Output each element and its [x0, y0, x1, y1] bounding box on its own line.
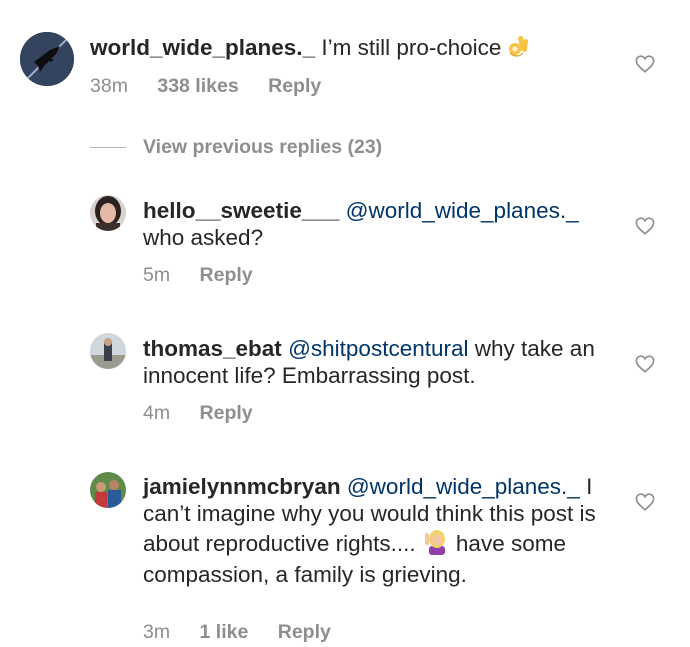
comment-meta: 3m 1 like Reply — [143, 621, 355, 644]
username[interactable]: jamielynnmcbryan — [143, 474, 341, 499]
mention-link[interactable]: @shitpostcentural — [288, 336, 468, 361]
heart-icon[interactable] — [635, 493, 655, 511]
avatar[interactable] — [90, 333, 126, 369]
heart-icon[interactable] — [635, 355, 655, 373]
timestamp: 4m — [143, 402, 171, 424]
comment-body: world_wide_planes._ I’m still pro-choice — [90, 33, 610, 65]
comment-body: thomas_ebat @shitpostcentural why take a… — [143, 335, 613, 389]
divider — [90, 146, 126, 148]
timestamp: 3m — [143, 621, 171, 643]
reply-button[interactable]: Reply — [278, 621, 331, 643]
heart-icon[interactable] — [635, 55, 655, 73]
comment-meta: 5m Reply — [143, 264, 277, 287]
mention-link[interactable]: @world_wide_planes._ — [346, 198, 579, 223]
avatar[interactable] — [90, 195, 126, 231]
timestamp: 5m — [143, 264, 171, 286]
username[interactable]: thomas_ebat — [143, 336, 282, 361]
timestamp: 38m — [90, 75, 128, 97]
username[interactable]: hello__sweetie___ — [143, 198, 339, 223]
woman-raising-hand-emoji-icon — [422, 527, 450, 561]
ok-hand-emoji-icon — [507, 33, 531, 65]
username[interactable]: world_wide_planes._ — [90, 35, 315, 60]
reply-button[interactable]: Reply — [200, 402, 253, 424]
comment-text: who asked? — [143, 225, 264, 250]
comment-meta: 4m Reply — [143, 402, 277, 425]
likes-count[interactable]: 338 likes — [157, 75, 238, 97]
likes-count[interactable]: 1 like — [200, 621, 249, 643]
view-previous-label[interactable]: View previous replies (23) — [143, 136, 382, 159]
avatar[interactable] — [20, 32, 74, 86]
reply-button[interactable]: Reply — [268, 75, 321, 97]
reply-button[interactable]: Reply — [200, 264, 253, 286]
comment-body: jamielynnmcbryan @world_wide_planes._ I … — [143, 473, 613, 588]
heart-icon[interactable] — [635, 217, 655, 235]
comment-meta: 38m 338 likes Reply — [90, 75, 345, 98]
view-previous-replies[interactable]: View previous replies (23) — [90, 135, 382, 159]
mention-link[interactable]: @world_wide_planes._ — [347, 474, 580, 499]
avatar[interactable] — [90, 472, 126, 508]
comment-text: I’m still pro-choice — [321, 35, 502, 60]
comment-body: hello__sweetie___ @world_wide_planes._ w… — [143, 197, 613, 251]
